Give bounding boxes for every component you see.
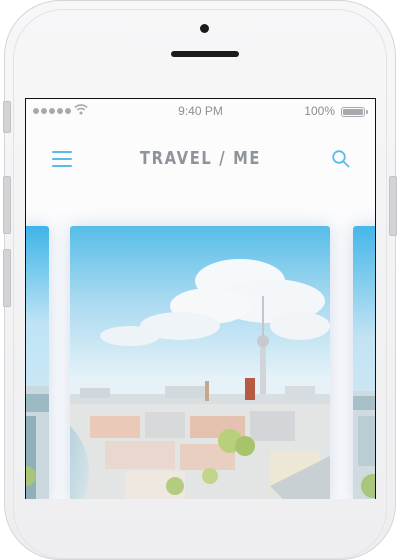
earpiece-speaker [171, 51, 239, 57]
search-icon[interactable] [331, 149, 351, 169]
city-photo [353, 226, 375, 499]
carousel-card-previous[interactable] [26, 226, 49, 499]
berlin-tv-tower-photo [70, 226, 330, 499]
status-bar: 9:40 PM 100% [26, 99, 375, 123]
carousel-card-current[interactable] [70, 226, 330, 499]
carousel-card-next[interactable] [353, 226, 375, 499]
volume-up-button [3, 176, 11, 234]
page-title: TRAVEL / ME [139, 148, 262, 169]
power-button [389, 176, 397, 236]
front-camera [200, 24, 209, 33]
city-photo [26, 226, 49, 499]
app-screen: 9:40 PM 100% TRAVEL / ME [25, 98, 376, 499]
mute-switch [3, 101, 11, 133]
battery-percentage: 100% [304, 104, 335, 118]
nav-bar: TRAVEL / ME [26, 139, 375, 179]
volume-down-button [3, 249, 11, 307]
battery-icon [341, 107, 368, 117]
